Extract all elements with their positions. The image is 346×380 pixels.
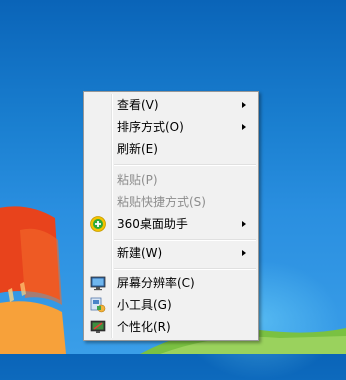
- menu-item-personalize[interactable]: 个性化(R): [86, 316, 256, 338]
- menu-item-label: 屏幕分辨率(C): [117, 276, 195, 290]
- menu-item-label: 新建(W): [117, 246, 163, 260]
- menu-item-view[interactable]: 查看(V): [86, 94, 256, 116]
- menu-item-paste: 粘贴(P): [86, 169, 256, 191]
- menu-item-new[interactable]: 新建(W): [86, 242, 256, 264]
- menu-item-sort-by[interactable]: 排序方式(O): [86, 116, 256, 138]
- submenu-arrow-icon: [242, 221, 246, 227]
- menu-item-gadgets[interactable]: 小工具(G): [86, 294, 256, 316]
- menu-item-label: 个性化(R): [117, 320, 171, 334]
- menu-item-paste-shortcut: 粘贴快捷方式(S): [86, 191, 256, 213]
- 360-assistant-icon: [90, 216, 106, 232]
- menu-item-label: 粘贴快捷方式(S): [117, 195, 206, 209]
- menu-item-label: 排序方式(O): [117, 120, 184, 134]
- gadgets-icon: [90, 297, 106, 313]
- menu-item-360-desktop-assistant[interactable]: 360桌面助手: [86, 213, 256, 235]
- menu-separator: [114, 239, 256, 241]
- desktop-context-menu: 查看(V) 排序方式(O) 刷新(E) 粘贴(P) 粘贴快捷方式(S) 360桌…: [83, 91, 259, 341]
- submenu-arrow-icon: [242, 102, 246, 108]
- menu-separator: [114, 164, 256, 166]
- menu-item-label: 小工具(G): [117, 298, 172, 312]
- submenu-arrow-icon: [242, 250, 246, 256]
- menu-item-label: 刷新(E): [117, 142, 158, 156]
- menu-separator: [114, 268, 256, 270]
- submenu-arrow-icon: [242, 124, 246, 130]
- menu-item-screen-resolution[interactable]: 屏幕分辨率(C): [86, 272, 256, 294]
- screen-resolution-icon: [90, 276, 106, 291]
- menu-item-refresh[interactable]: 刷新(E): [86, 138, 256, 160]
- menu-item-label: 360桌面助手: [117, 217, 188, 231]
- menu-item-label: 查看(V): [117, 98, 159, 112]
- personalize-icon: [90, 320, 106, 333]
- menu-item-label: 粘贴(P): [117, 173, 158, 187]
